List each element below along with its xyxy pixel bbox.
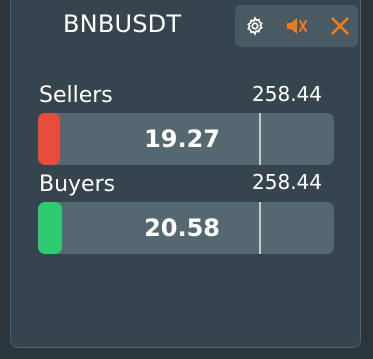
buyers-value: 20.58 (144, 214, 220, 242)
buyers-bar-fill (38, 202, 62, 254)
sellers-bar-fill (38, 113, 61, 165)
mute-button[interactable] (283, 13, 309, 39)
gear-icon (247, 16, 263, 36)
widget-toolbar (235, 5, 358, 47)
sellers-bar: 19.27 (38, 113, 334, 165)
buyers-total: 258.44 (252, 170, 322, 194)
orderbook-widget: BNBUSDT Sellers 258.44 19.27 Buyers 258.… (10, 0, 361, 348)
sellers-total: 258.44 (252, 82, 322, 106)
close-icon (331, 17, 349, 35)
buyers-label: Buyers (39, 172, 116, 197)
buyers-bar: 20.58 (38, 202, 334, 254)
sellers-value: 19.27 (144, 125, 220, 153)
sellers-label: Sellers (39, 83, 113, 108)
settings-button[interactable] (242, 13, 268, 39)
symbol-title: BNBUSDT (63, 10, 182, 38)
buyers-bar-marker (258, 202, 261, 254)
speaker-muted-icon (287, 18, 307, 34)
sellers-bar-marker (258, 113, 261, 165)
close-button[interactable] (327, 13, 353, 39)
